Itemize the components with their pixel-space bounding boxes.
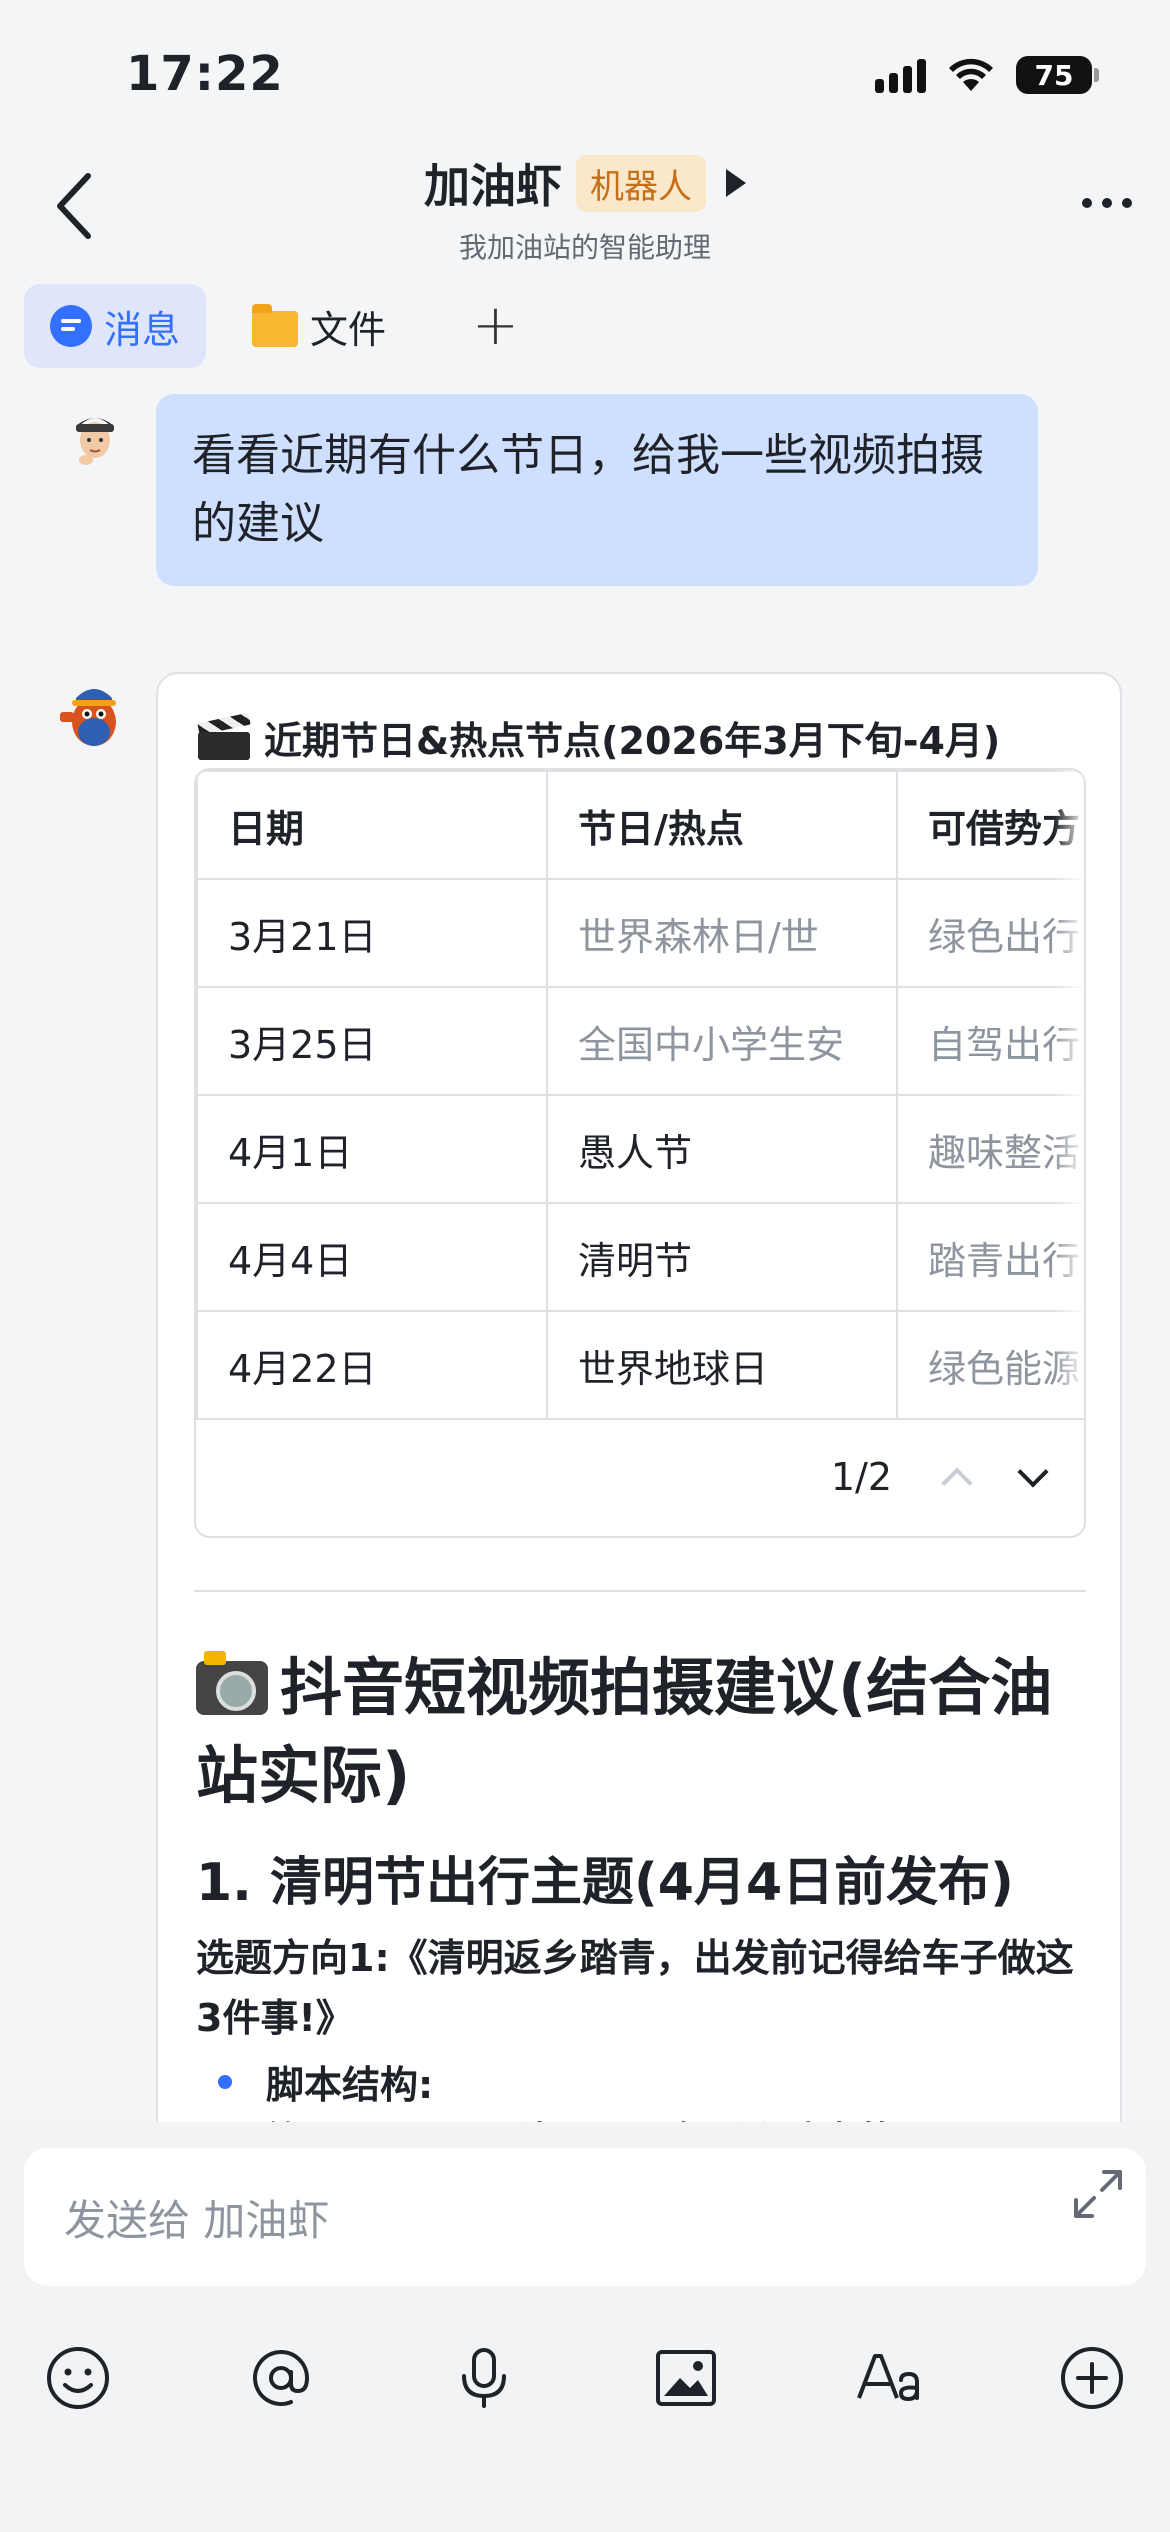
tab-files[interactable]: 文件 (226, 284, 412, 368)
image-button[interactable] (652, 2344, 720, 2412)
table-cell: 4月22日 (196, 1310, 548, 1420)
message-icon (50, 305, 92, 347)
camera-flash-icon (196, 1651, 268, 1715)
message-input[interactable]: 发送给 加油虾 (24, 2148, 1146, 2286)
tab-messages[interactable]: 消息 (24, 284, 207, 368)
emoji-icon (47, 2347, 109, 2409)
bot-avatar[interactable] (54, 672, 134, 752)
mention-button[interactable] (247, 2344, 315, 2412)
table-cell: 3月21日 (196, 878, 548, 988)
table-row[interactable]: 4月22日 世界地球日 绿色能源 (196, 1310, 1084, 1420)
clapperboard-icon (197, 712, 251, 760)
subsection-heading: 1. 清明节出行主题(4月4日前发布) (196, 1853, 1014, 1913)
more-actions-button[interactable] (1058, 2344, 1126, 2412)
at-sign-icon (252, 2350, 309, 2406)
status-time: 17:22 (126, 46, 284, 102)
bullet-icon (218, 2074, 232, 2089)
table-pager: 1/2 (196, 1416, 1084, 1536)
text-format-icon (857, 2354, 920, 2402)
table-cell: 清明节 (546, 1202, 898, 1312)
tab-label: 文件 (310, 307, 387, 352)
chat-title-bar[interactable]: 加油虾 机器人 (0, 150, 1170, 216)
table-header-cell: 日期 (196, 770, 548, 880)
tab-label: 消息 (104, 307, 181, 352)
table-cell: 全国中小学生安 (546, 986, 898, 1096)
user-avatar-image (62, 404, 128, 470)
holiday-table-grid: 日期 节日/热点 可借势方 3月21日 世界森林日/世 绿色出行 3月25日 全… (196, 770, 1084, 1420)
chat-title: 加油虾 (424, 159, 562, 213)
image-icon (656, 2350, 717, 2406)
user-avatar[interactable] (62, 404, 128, 470)
battery-icon: 75 (1016, 56, 1099, 94)
folder-icon (252, 304, 299, 347)
section-heading-text: 抖音短视频拍摄建议(结合油站实际) (196, 1651, 1053, 1812)
user-message-bubble[interactable]: 看看近期有什么节日，给我一些视频拍摄的建议 (156, 394, 1038, 586)
bot-avatar-image (54, 672, 134, 752)
voice-button[interactable] (450, 2344, 518, 2412)
page-indicator: 1/2 (830, 1455, 892, 1499)
plus-icon: + (472, 293, 519, 358)
more-dot-icon (1082, 198, 1092, 208)
emoji-button[interactable] (44, 2344, 112, 2412)
table-cell: 世界森林日/世 (546, 878, 898, 988)
table-cell: 愚人节 (546, 1094, 898, 1204)
table-row[interactable]: 3月25日 全国中小学生安 自驾出行 (196, 986, 1084, 1096)
more-dot-icon (1122, 198, 1132, 208)
table-cell: 4月4日 (196, 1202, 548, 1312)
holiday-table[interactable]: 日期 节日/热点 可借势方 3月21日 世界森林日/世 绿色出行 3月25日 全… (194, 768, 1086, 1538)
bot-message-card: 近期节日&热点节点(2026年3月下旬-4月) 日期 节日/热点 可借势方 3月… (156, 672, 1122, 2152)
plus-circle-icon (1060, 2347, 1123, 2409)
signal-icon (875, 57, 926, 93)
play-arrow-icon (726, 169, 746, 197)
wifi-icon (949, 58, 993, 91)
table-row[interactable]: 3月21日 世界森林日/世 绿色出行 (196, 878, 1084, 988)
table-title-text: 近期节日&热点节点(2026年3月下旬-4月) (264, 719, 1001, 763)
table-cell: 3月25日 (196, 986, 548, 1096)
more-button[interactable] (1082, 198, 1132, 208)
status-icons: 75 (875, 56, 1099, 94)
chat-tabs: 消息 文件 + (24, 284, 559, 368)
page-up-icon[interactable] (941, 1467, 973, 1499)
text-format-button[interactable] (855, 2344, 923, 2412)
composer: 发送给 加油虾 (0, 2122, 1170, 2532)
bot-badge: 机器人 (576, 154, 706, 212)
add-tab-button[interactable]: + (432, 298, 559, 354)
table-title: 近期节日&热点节点(2026年3月下旬-4月) (197, 710, 1001, 765)
table-row[interactable]: 4月1日 愚人节 趣味整活 (196, 1094, 1084, 1204)
list-item-text: 脚本结构: (266, 2063, 434, 2107)
page-down-icon[interactable] (1017, 1456, 1049, 1488)
topic-paragraph: 选题方向1:《清明返乡踏青，出发前记得给车子做这3件事!》 (196, 1936, 1074, 2040)
table-cell: 世界地球日 (546, 1310, 898, 1420)
divider (194, 1590, 1086, 1592)
table-header-row: 日期 节日/热点 可借势方 (196, 770, 1084, 880)
table-scroll-fade (1054, 770, 1084, 1418)
table-cell: 4月1日 (196, 1094, 548, 1204)
chat-subtitle: 我加油站的智能助理 (458, 231, 711, 264)
table-row[interactable]: 4月4日 清明节 踏青出行 (196, 1202, 1084, 1312)
list-item: 脚本结构: (218, 2054, 433, 2109)
section-heading: 抖音短视频拍摄建议(结合油站实际) (196, 1644, 1096, 1820)
more-dot-icon (1102, 198, 1112, 208)
microphone-icon (461, 2348, 506, 2408)
table-header-cell: 节日/热点 (546, 770, 898, 880)
expand-arrows-icon (1074, 2170, 1122, 2218)
composer-toolbar (0, 2344, 1170, 2412)
message-input-placeholder: 发送给 加油虾 (64, 2195, 330, 2245)
expand-icon[interactable] (1070, 2166, 1126, 2222)
